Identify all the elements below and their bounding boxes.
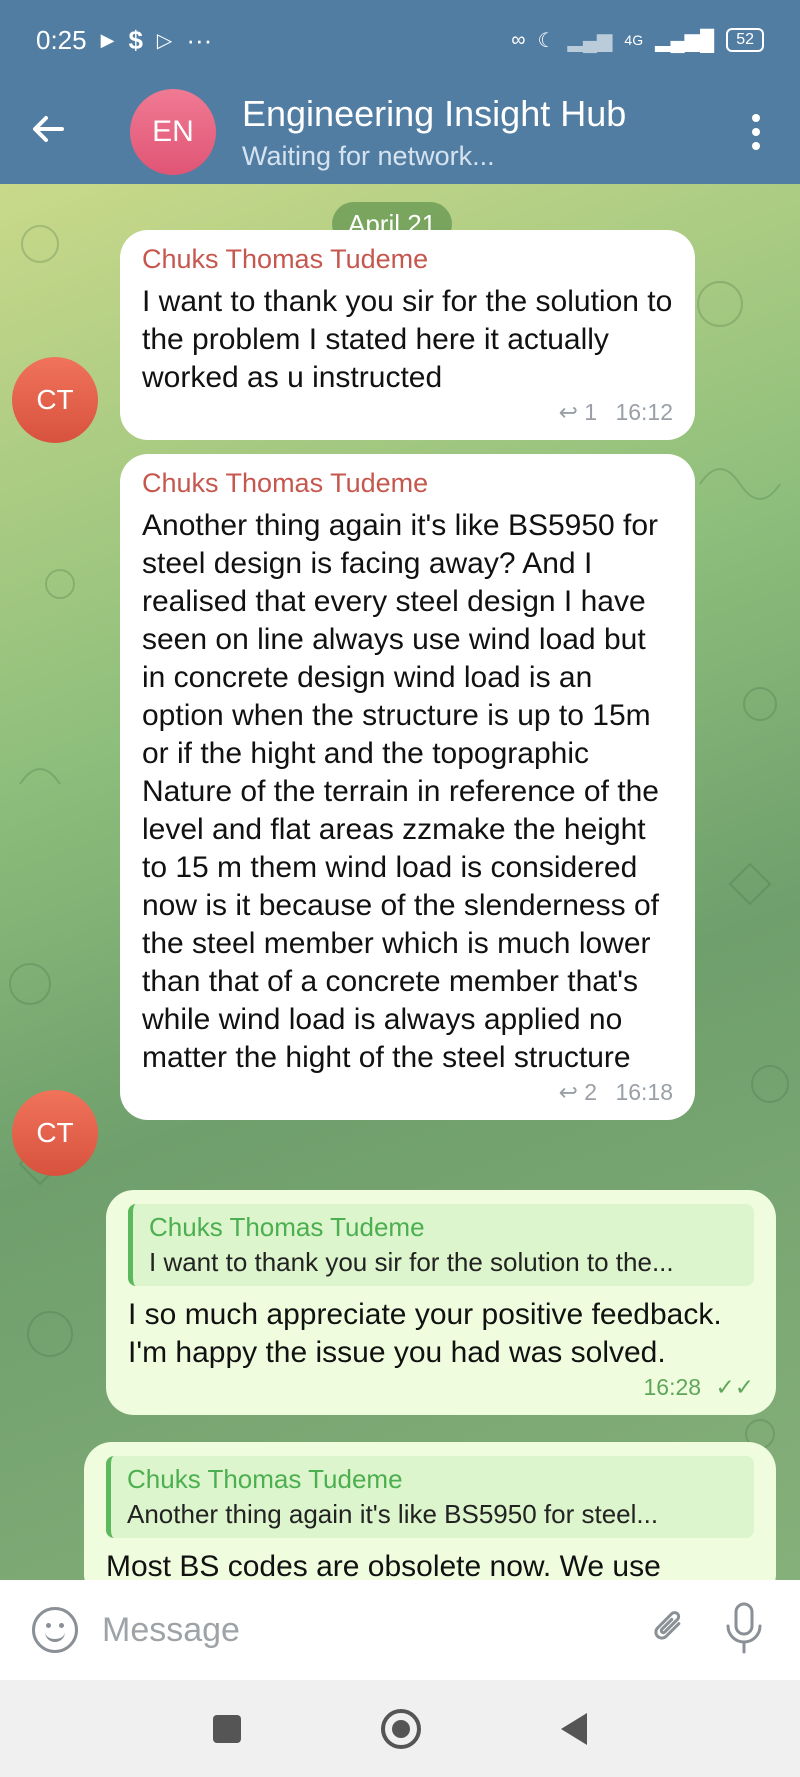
- chat-title-block[interactable]: Engineering Insight Hub Waiting for netw…: [242, 93, 626, 172]
- system-nav-bar: [0, 1680, 800, 1777]
- outgoing-message[interactable]: Chuks Thomas Tudeme Another thing again …: [84, 1442, 776, 1580]
- quote-sender: Chuks Thomas Tudeme: [127, 1464, 403, 1494]
- quote-sender: Chuks Thomas Tudeme: [149, 1212, 425, 1242]
- smile-mouth: [45, 1630, 65, 1642]
- chat-title: Engineering Insight Hub: [242, 92, 627, 134]
- play-icon: ▶: [100, 29, 115, 50]
- reply-count[interactable]: ↩ 1: [559, 399, 597, 425]
- paperclip-icon[interactable]: [632, 1598, 696, 1662]
- arrow-left-icon: [33, 115, 64, 142]
- quote-text: I want to thank you sir for the solution…: [149, 1247, 674, 1277]
- more-vertical-icon[interactable]: [752, 114, 760, 150]
- message-composer: [0, 1580, 800, 1680]
- microphone-shape: [726, 1602, 762, 1653]
- group-avatar-initials: EN: [152, 115, 194, 148]
- quote-text: Another thing again it's like BS5950 for…: [127, 1499, 659, 1529]
- status-right: ∞ ☾ ▂▄▆ 4G ▂▄▆█ 52: [511, 28, 764, 53]
- message-text: I want to thank you sir for the solution…: [142, 285, 673, 394]
- double-check-icon: ✓✓: [715, 1374, 754, 1400]
- back-button[interactable]: [28, 109, 88, 156]
- sender-avatar-initials: CT: [36, 1117, 74, 1148]
- message-time: 16:18: [615, 1079, 673, 1105]
- incoming-message[interactable]: Chuks Thomas Tudeme Another thing again …: [120, 454, 695, 1120]
- message-text: Most BS codes are obsolete now. We use: [106, 1550, 661, 1580]
- status-left: 0:25 ▶ $ ▷ ···: [36, 25, 212, 56]
- more-notifications-icon: ···: [186, 24, 213, 55]
- incoming-message[interactable]: Chuks Thomas Tudeme I want to thank you …: [120, 230, 695, 440]
- message-time: 16:28: [643, 1374, 702, 1400]
- play-outline-icon: ▷: [156, 29, 173, 52]
- menu-dot: [752, 142, 760, 150]
- menu-dot: [752, 114, 760, 122]
- signal-full-icon: ▂▄▆█: [655, 29, 715, 52]
- system-back-button[interactable]: [561, 1712, 587, 1745]
- sender-avatar-initials: CT: [36, 384, 74, 415]
- paperclip-shape: [654, 1611, 681, 1640]
- status-bar: 0:25 ▶ $ ▷ ··· ∞ ☾ ▂▄▆ 4G ▂▄▆█ 52: [0, 0, 800, 80]
- sender-avatar[interactable]: CT: [12, 357, 98, 443]
- reply-count-value: 1: [584, 399, 598, 425]
- smile-icon[interactable]: [32, 1607, 78, 1653]
- message-meta: ↩ 1 16:12: [142, 399, 673, 426]
- app-s-icon: $: [128, 24, 143, 55]
- battery-icon: 52: [726, 28, 764, 52]
- group-avatar[interactable]: EN: [130, 89, 216, 175]
- message-text: Another thing again it's like BS5950 for…: [142, 509, 659, 1074]
- menu-dot: [752, 128, 760, 136]
- home-button[interactable]: [381, 1708, 421, 1749]
- message-meta: ↩ 2 16:18: [142, 1079, 673, 1106]
- battery-level: 52: [736, 31, 754, 48]
- signal-icon: ▂▄▆: [567, 29, 613, 52]
- chat-header: EN Engineering Insight Hub Waiting for n…: [0, 80, 800, 184]
- recents-button[interactable]: [213, 1714, 241, 1743]
- reply-quote[interactable]: Chuks Thomas Tudeme I want to thank you …: [128, 1204, 754, 1286]
- reply-quote[interactable]: Chuks Thomas Tudeme Another thing again …: [106, 1456, 754, 1538]
- moon-icon: ☾: [537, 29, 556, 52]
- sender-name[interactable]: Chuks Thomas Tudeme: [142, 244, 673, 275]
- microphone-icon[interactable]: [724, 1602, 764, 1659]
- message-text: I so much appreciate your positive feedb…: [128, 1298, 722, 1369]
- message-meta: 16:28 ✓✓: [128, 1374, 755, 1401]
- clock: 0:25: [36, 24, 87, 55]
- connection-status: Waiting for network...: [242, 140, 495, 171]
- link-icon: ∞: [511, 28, 526, 51]
- reply-count-value: 2: [584, 1079, 598, 1105]
- sender-avatar[interactable]: CT: [12, 1090, 98, 1176]
- reply-count[interactable]: ↩ 2: [559, 1079, 597, 1105]
- sender-name[interactable]: Chuks Thomas Tudeme: [142, 468, 673, 499]
- message-time: 16:12: [615, 399, 673, 425]
- message-input[interactable]: [102, 1610, 644, 1650]
- outgoing-message[interactable]: Chuks Thomas Tudeme I want to thank you …: [106, 1190, 776, 1415]
- network-type: 4G: [624, 32, 644, 48]
- chat-messages[interactable]: April 21 CT Chuks Thomas Tudeme I want t…: [0, 184, 800, 1580]
